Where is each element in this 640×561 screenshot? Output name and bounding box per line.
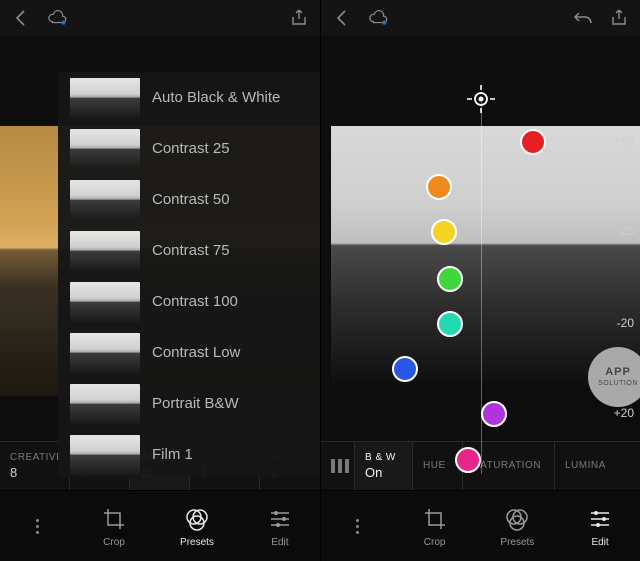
- color-swatch-blue[interactable]: [392, 356, 418, 382]
- category-strip[interactable]: B & W On HUE SATURATION LUMINA: [321, 441, 640, 491]
- crop-button[interactable]: Crop: [100, 505, 128, 548]
- preset-thumb: [70, 282, 140, 322]
- preset-label: Contrast 100: [152, 293, 238, 310]
- preset-label: Contrast 75: [152, 242, 230, 259]
- sliders-icon: [586, 505, 614, 533]
- edit-button[interactable]: Edit: [586, 505, 614, 548]
- columns-icon[interactable]: [321, 442, 355, 490]
- photo-canvas[interactable]: Auto Black & White Contrast 25 Contrast …: [0, 36, 320, 441]
- edit-button[interactable]: Edit: [266, 505, 294, 548]
- preset-thumb: [70, 180, 140, 220]
- preset-label: Contrast 25: [152, 140, 230, 157]
- back-icon[interactable]: [10, 7, 32, 29]
- crop-label: Crop: [424, 537, 446, 548]
- preset-item[interactable]: Contrast 50: [58, 174, 320, 225]
- category-label: HUE: [423, 460, 452, 471]
- preset-item[interactable]: Contrast 75: [58, 225, 320, 276]
- preset-label: Contrast Low: [152, 344, 240, 361]
- color-swatch-purple[interactable]: [481, 401, 507, 427]
- share-icon[interactable]: [288, 7, 310, 29]
- preset-thumb: [70, 231, 140, 271]
- undo-icon[interactable]: [572, 7, 594, 29]
- photo-canvas[interactable]: +63-15-25-20-74+20 APP SOLUTION: [321, 36, 640, 441]
- presets-button[interactable]: Presets: [500, 505, 534, 548]
- preset-label: Contrast 50: [152, 191, 230, 208]
- category-tab[interactable]: B & W On: [355, 442, 413, 490]
- photo-preview: [331, 126, 640, 386]
- category-label: LUMINA: [565, 460, 631, 471]
- preset-label: Auto Black & White: [152, 89, 280, 106]
- dock: Crop Presets Edit: [321, 491, 640, 561]
- watermark-top: APP: [605, 367, 631, 378]
- sliders-icon: [266, 505, 294, 533]
- preset-item[interactable]: Portrait B&W: [58, 378, 320, 429]
- presets-label: Presets: [180, 537, 214, 548]
- category-value: On: [365, 465, 402, 480]
- more-icon: [36, 519, 39, 534]
- color-swatch-yellow[interactable]: [431, 219, 457, 245]
- back-icon[interactable]: [331, 7, 353, 29]
- preset-item[interactable]: Contrast Low: [58, 327, 320, 378]
- category-label: B & W: [365, 452, 402, 463]
- dock: Crop Presets Edit: [0, 491, 320, 561]
- category-label: SATURATION: [473, 460, 544, 471]
- color-swatch-magenta[interactable]: [455, 447, 481, 473]
- preset-thumb: [70, 78, 140, 118]
- preset-item[interactable]: Film 1: [58, 429, 320, 477]
- more-button[interactable]: [26, 519, 48, 534]
- watermark-bottom: SOLUTION: [598, 380, 638, 387]
- edit-label: Edit: [271, 537, 288, 548]
- preset-label: Film 1: [152, 446, 193, 463]
- presets-icon: [503, 505, 531, 533]
- cloud-sync-icon[interactable]: [367, 7, 389, 29]
- target-picker-icon[interactable]: [466, 84, 496, 119]
- preset-thumb: [70, 333, 140, 373]
- watermark-badge: APP SOLUTION: [588, 347, 640, 407]
- crop-icon: [421, 505, 449, 533]
- category-tab[interactable]: LUMINA: [555, 442, 640, 490]
- preset-popover: Auto Black & White Contrast 25 Contrast …: [58, 72, 320, 477]
- color-value-purple: +20: [594, 406, 634, 420]
- share-icon[interactable]: [608, 7, 630, 29]
- preset-item[interactable]: Contrast 25: [58, 123, 320, 174]
- preset-label: Portrait B&W: [152, 395, 239, 412]
- preset-item[interactable]: Contrast 100: [58, 276, 320, 327]
- more-button[interactable]: [347, 519, 369, 534]
- more-icon: [356, 519, 359, 534]
- color-swatch-orange[interactable]: [426, 174, 452, 200]
- preset-thumb: [70, 129, 140, 169]
- cloud-sync-icon[interactable]: [46, 7, 68, 29]
- edit-label: Edit: [591, 537, 608, 548]
- category-label: CREATIVE: [10, 452, 59, 463]
- preset-item[interactable]: Auto Black & White: [58, 72, 320, 123]
- crop-icon: [100, 505, 128, 533]
- topbar: [321, 0, 640, 36]
- presets-icon: [183, 505, 211, 533]
- preset-thumb: [70, 384, 140, 424]
- color-swatch-green[interactable]: [437, 266, 463, 292]
- color-swatch-cyan[interactable]: [437, 311, 463, 337]
- preset-thumb: [70, 435, 140, 475]
- presets-button[interactable]: Presets: [180, 505, 214, 548]
- topbar: [0, 0, 320, 36]
- color-swatch-red[interactable]: [520, 129, 546, 155]
- left-panel: Auto Black & White Contrast 25 Contrast …: [0, 0, 320, 561]
- presets-label: Presets: [500, 537, 534, 548]
- right-panel: +63-15-25-20-74+20 APP SOLUTION B & W On H…: [320, 0, 640, 561]
- crop-label: Crop: [103, 537, 125, 548]
- crop-button[interactable]: Crop: [421, 505, 449, 548]
- category-value: 8: [10, 465, 59, 480]
